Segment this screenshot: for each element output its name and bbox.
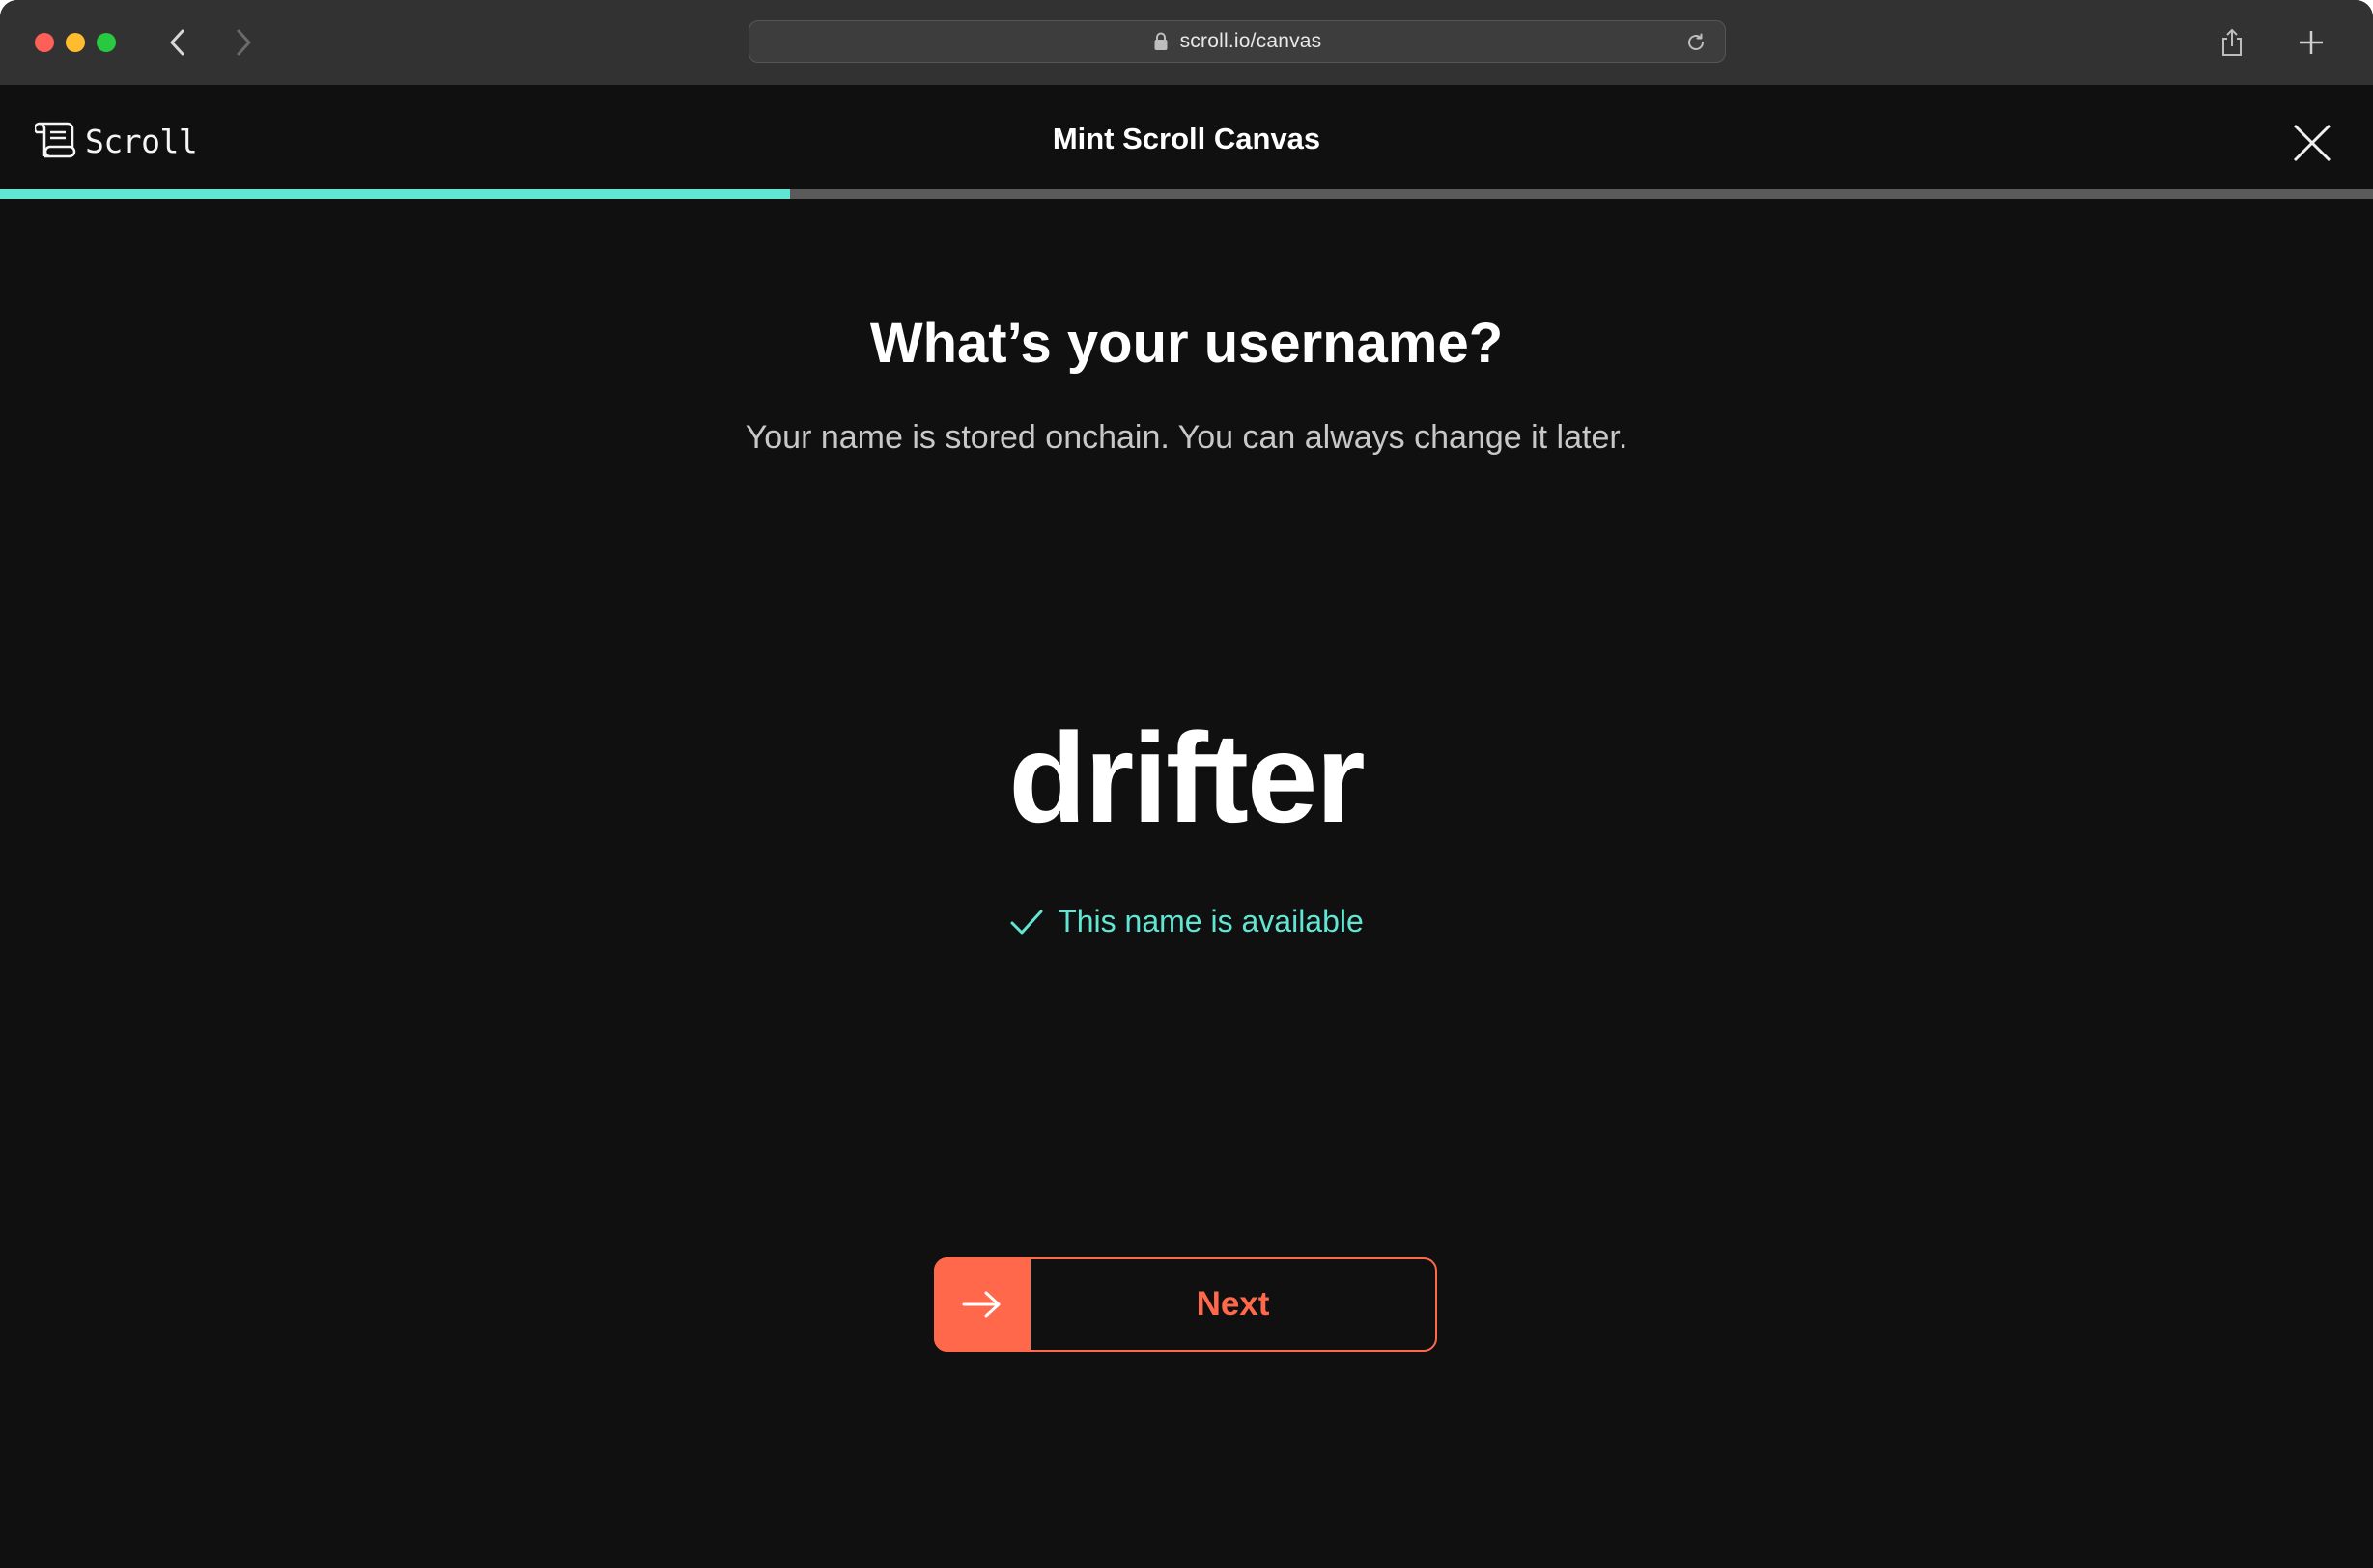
minimize-window-button[interactable]: [66, 33, 85, 52]
username-input[interactable]: [703, 695, 1669, 859]
zoom-window-button[interactable]: [97, 33, 116, 52]
step-subheading: Your name is stored onchain. You can alw…: [745, 419, 1628, 456]
back-button[interactable]: [158, 23, 197, 62]
close-window-button[interactable]: [35, 33, 54, 52]
progress-bar: [0, 189, 2373, 199]
forward-button[interactable]: [224, 23, 263, 62]
browser-toolbar: scroll.io/canvas: [0, 0, 2373, 86]
share-button[interactable]: [2213, 23, 2251, 62]
next-button-label: Next: [1196, 1285, 1270, 1323]
app-header: Scroll Mint Scroll Canvas: [0, 85, 2373, 189]
address-bar[interactable]: scroll.io/canvas: [749, 20, 1726, 63]
plus-icon: [2300, 31, 2323, 54]
url-text: scroll.io/canvas: [1179, 30, 1322, 52]
share-icon: [2222, 28, 2242, 56]
progress-bar-fill: [0, 189, 791, 199]
step-heading: What’s your username?: [869, 312, 1504, 375]
chevron-right-icon: [237, 29, 251, 56]
arrow-right-icon: [962, 1291, 1001, 1318]
reload-icon[interactable]: [1684, 31, 1708, 54]
close-icon: [2293, 124, 2331, 162]
next-arrow-box: [934, 1257, 1031, 1352]
close-button[interactable]: [2289, 120, 2335, 166]
page-title: Mint Scroll Canvas: [1052, 122, 1321, 155]
new-tab-button[interactable]: [2292, 23, 2331, 62]
availability-status: This name is available: [0, 904, 2373, 939]
checkmark-icon: [1010, 910, 1043, 934]
availability-text: This name is available: [1058, 904, 1364, 938]
lock-icon: [1154, 32, 1168, 50]
chevron-left-icon: [170, 29, 184, 56]
next-button[interactable]: Next: [934, 1257, 1437, 1352]
browser-window: scroll.io/canvas Scroll Mint Scroll Canv…: [0, 0, 2373, 1568]
